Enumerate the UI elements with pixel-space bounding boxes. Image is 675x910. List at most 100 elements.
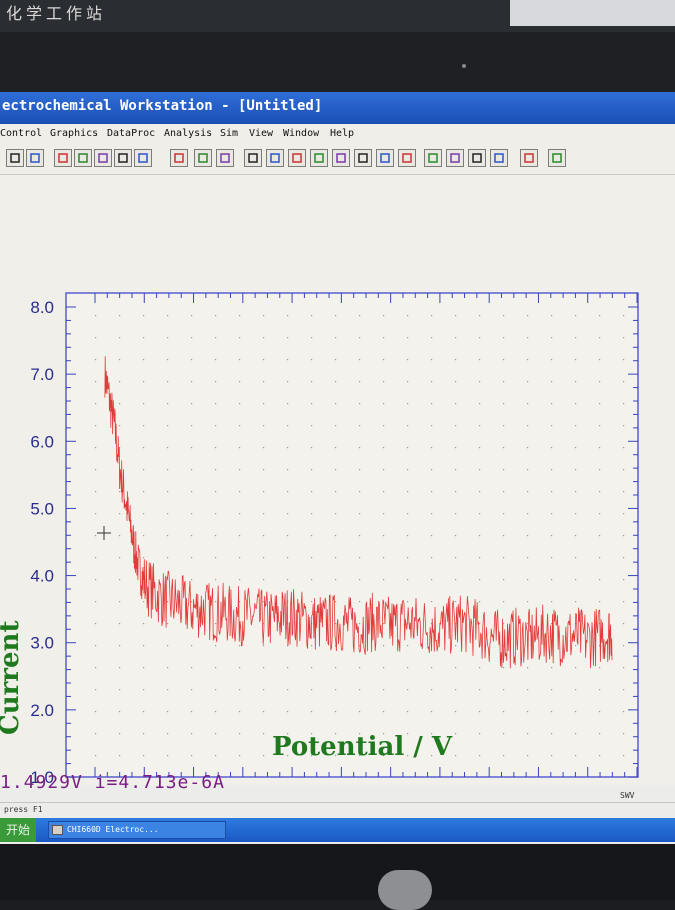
mc-icon[interactable] <box>332 149 350 167</box>
grid-dot <box>143 425 145 427</box>
grid-dot <box>335 513 337 515</box>
grid-dot <box>623 403 625 405</box>
menu-view[interactable]: View <box>249 128 273 139</box>
grid-dot <box>191 469 193 471</box>
help-icon[interactable] <box>548 149 566 167</box>
grid-dot <box>599 601 601 603</box>
grid-dot <box>407 469 409 471</box>
grid-dot <box>575 337 577 339</box>
grid-dot <box>479 337 481 339</box>
color-icon[interactable] <box>354 149 372 167</box>
grid-dot <box>527 689 529 691</box>
grid-dot <box>143 359 145 361</box>
reverse-icon[interactable] <box>114 149 132 167</box>
grid-dot <box>335 447 337 449</box>
grid-dot <box>263 337 265 339</box>
grid-dot <box>263 513 265 515</box>
grid-dot <box>575 403 577 405</box>
grid-dot <box>215 513 217 515</box>
grid-dot <box>167 689 169 691</box>
grid-dot <box>239 491 241 493</box>
grid-dot <box>455 491 457 493</box>
menu-window[interactable]: Window <box>283 128 319 139</box>
grid-dot <box>479 733 481 735</box>
grid-dot <box>407 579 409 581</box>
grid-dot <box>119 557 121 559</box>
grid-dot <box>143 381 145 383</box>
menu-dataproc[interactable]: DataProc <box>107 128 155 139</box>
grid-dot <box>455 535 457 537</box>
grid-dot <box>119 645 121 647</box>
grid-dot <box>551 667 553 669</box>
graph-icon[interactable] <box>244 149 262 167</box>
grid-dot <box>335 315 337 317</box>
grid-dot <box>383 645 385 647</box>
grid-dot <box>575 689 577 691</box>
zoom-icon[interactable] <box>266 149 284 167</box>
pause-icon[interactable] <box>74 149 92 167</box>
overlay-icon[interactable] <box>216 149 234 167</box>
menu-control[interactable]: Control <box>0 128 42 139</box>
grid-dot <box>455 755 457 757</box>
taskbar-item-chi660d[interactable]: CHI660D Electroc... <box>48 821 226 839</box>
derivative-icon[interactable] <box>446 149 464 167</box>
grid-dot <box>167 535 169 537</box>
x-axis-label: Potential / V <box>272 732 453 762</box>
grid-dot <box>119 359 121 361</box>
grid-dot <box>623 557 625 559</box>
grid-dot <box>359 447 361 449</box>
grid-dot <box>263 733 265 735</box>
grid-dot <box>599 337 601 339</box>
grid-dot <box>383 513 385 515</box>
grid-dot <box>431 491 433 493</box>
grid-dot <box>335 689 337 691</box>
smooth-icon[interactable] <box>310 149 328 167</box>
grid-dot <box>287 491 289 493</box>
grid-dot <box>335 381 337 383</box>
grid-dot <box>455 381 457 383</box>
grid-dot <box>95 557 97 559</box>
y-tick-label: 8.0 <box>30 298 54 317</box>
info-icon[interactable] <box>520 149 538 167</box>
grid-dot <box>335 469 337 471</box>
simulate-icon[interactable] <box>490 149 508 167</box>
grid-dot <box>503 601 505 603</box>
print-icon[interactable] <box>398 149 416 167</box>
grid-dot <box>263 447 265 449</box>
grid-dot <box>455 733 457 735</box>
y-axis-label: Current <box>0 621 25 735</box>
font-icon[interactable] <box>376 149 394 167</box>
grid-dot <box>407 535 409 537</box>
run-icon[interactable] <box>54 149 72 167</box>
grid-dot <box>215 601 217 603</box>
menu-sim[interactable]: Sim <box>220 128 238 139</box>
grid-dot <box>215 469 217 471</box>
copy-icon[interactable] <box>26 149 44 167</box>
grid-dot <box>95 447 97 449</box>
window-titlebar[interactable]: ectrochemical Workstation - [Untitled] <box>0 92 675 124</box>
grid-dot <box>575 711 577 713</box>
grid-dot <box>503 469 505 471</box>
parameter-icon[interactable] <box>170 149 188 167</box>
menu-help[interactable]: Help <box>330 128 354 139</box>
grid-dot <box>359 315 361 317</box>
peak-icon[interactable] <box>288 149 306 167</box>
stop-icon[interactable] <box>94 149 112 167</box>
baseline-icon[interactable] <box>424 149 442 167</box>
grid-dot <box>527 513 529 515</box>
grid-dot <box>263 381 265 383</box>
grid-dot <box>551 535 553 537</box>
technique-icon[interactable] <box>194 149 212 167</box>
integrate-icon[interactable] <box>468 149 486 167</box>
grid-dot <box>287 513 289 515</box>
filter-icon[interactable] <box>134 149 152 167</box>
grid-dot <box>239 513 241 515</box>
y-tick-label: 3.0 <box>30 634 54 653</box>
grid-dot <box>599 689 601 691</box>
menu-graphics[interactable]: Graphics <box>50 128 98 139</box>
grid-dot <box>527 601 529 603</box>
menu-analysis[interactable]: Analysis <box>164 128 212 139</box>
grid-dot <box>263 425 265 427</box>
start-button[interactable]: 开始 <box>0 818 36 842</box>
text-icon[interactable] <box>6 149 24 167</box>
